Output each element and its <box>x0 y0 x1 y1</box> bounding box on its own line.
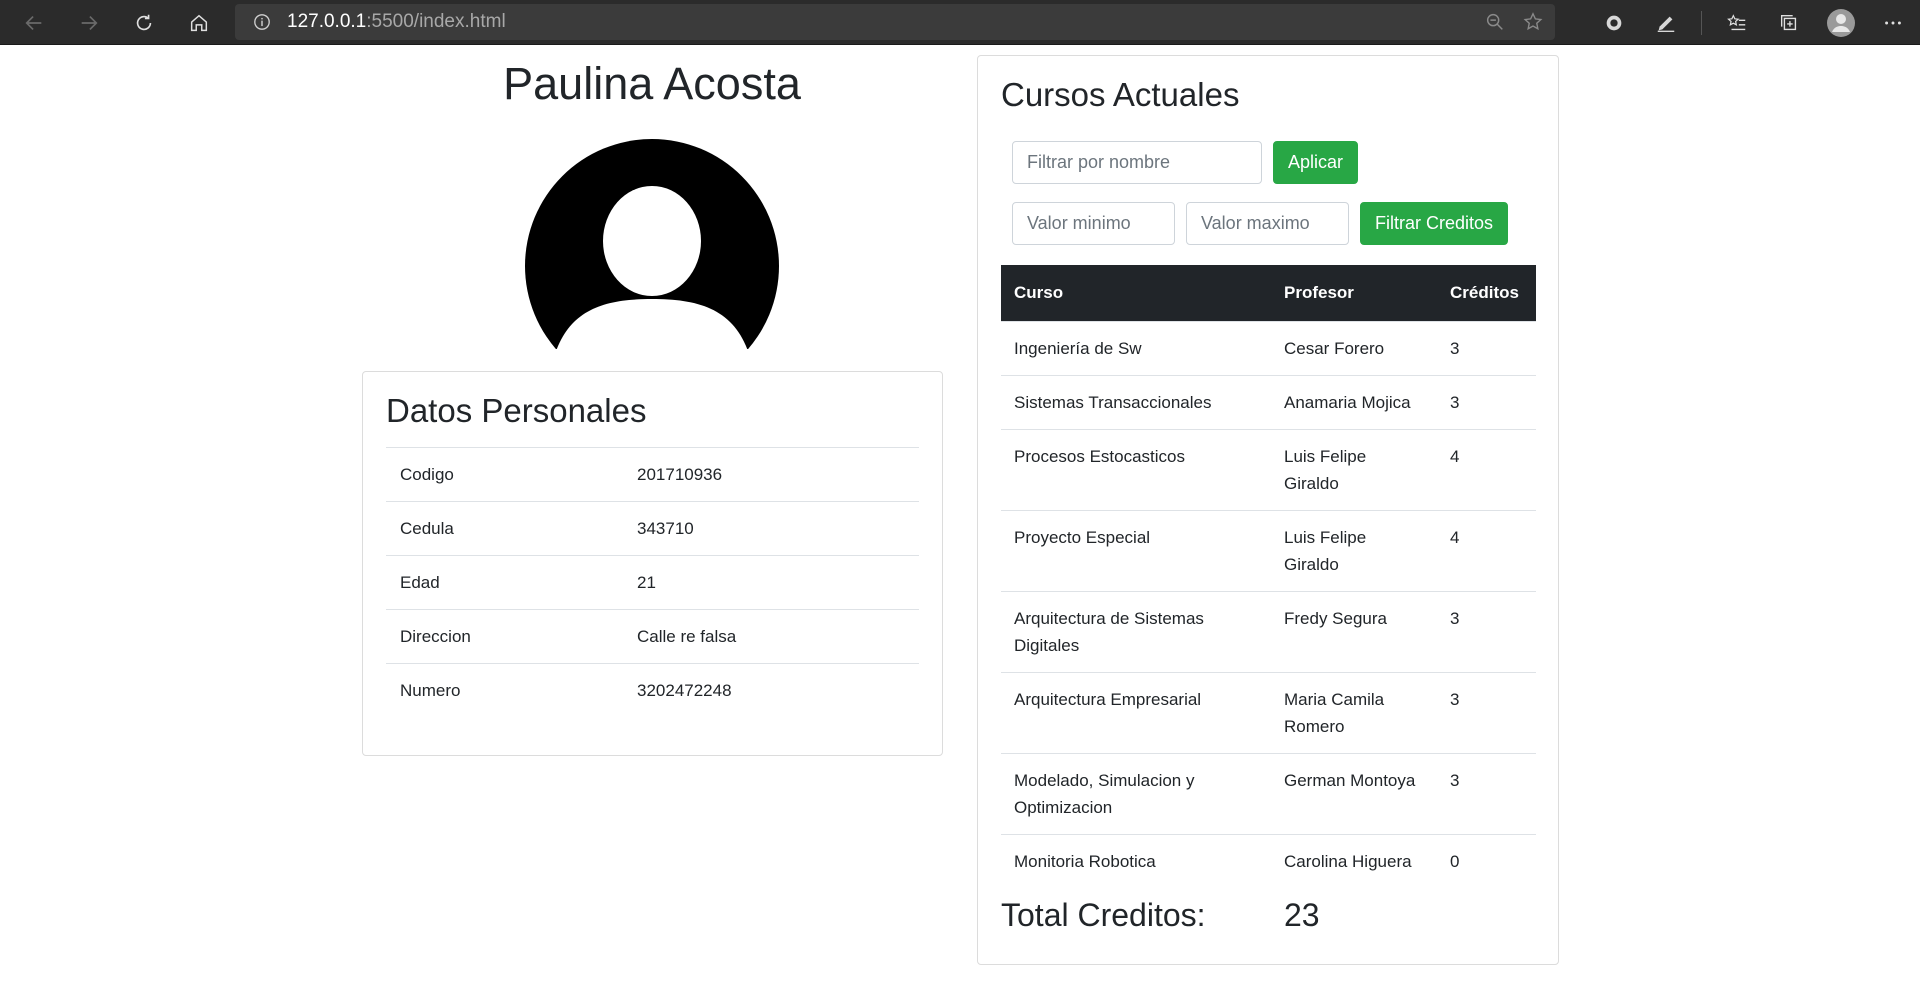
field-label: Numero <box>386 663 623 718</box>
toolbar-divider <box>1701 11 1702 35</box>
table-row: Proyecto Especial Luis Felipe Giraldo 4 <box>1001 509 1536 591</box>
course-name: Arquitectura Empresarial <box>1001 671 1271 753</box>
course-professor: German Montoya <box>1271 752 1437 834</box>
user-avatar-icon <box>525 139 779 349</box>
course-credits: 3 <box>1437 752 1536 834</box>
address-bar[interactable]: 127.0.0.1:5500/index.html <box>235 4 1555 40</box>
course-professor: Cesar Forero <box>1271 320 1437 375</box>
courses-card: Cursos Actuales Filtrar por nombre Aplic… <box>977 55 1559 965</box>
table-header-row: Curso Profesor Créditos <box>1001 265 1536 321</box>
zoom-icon[interactable] <box>1483 10 1507 34</box>
course-name: Monitoria Robotica <box>1001 833 1271 888</box>
personal-data-card: Datos Personales Codigo 201710936 Cedula… <box>362 371 943 756</box>
field-value: 3202472248 <box>623 663 919 718</box>
courses-table: Curso Profesor Créditos Ingeniería de Sw… <box>1001 265 1536 888</box>
filter-credits-button[interactable]: Filtrar Creditos <box>1360 202 1509 245</box>
forward-button[interactable] <box>72 6 106 40</box>
table-row: Edad 21 <box>386 555 919 610</box>
total-credits-label: Total Creditos: <box>1001 897 1206 933</box>
field-label: Cedula <box>386 501 623 556</box>
column-header-curso: Curso <box>1001 265 1271 321</box>
course-name: Sistemas Transaccionales <box>1001 374 1271 429</box>
course-credits: 3 <box>1437 590 1536 672</box>
course-credits: 4 <box>1437 509 1536 591</box>
table-row: Sistemas Transaccionales Anamaria Mojica… <box>1001 374 1536 429</box>
personal-data-table: Codigo 201710936 Cedula 343710 Edad 21 D… <box>386 447 919 718</box>
min-value-input[interactable]: Valor minimo <box>1012 202 1175 245</box>
course-professor: Anamaria Mojica <box>1271 374 1437 429</box>
field-label: Direccion <box>386 609 623 664</box>
column-header-creditos: Créditos <box>1437 265 1536 321</box>
url-path: :5500/index.html <box>366 11 506 32</box>
collections-icon[interactable] <box>1772 6 1806 40</box>
total-credits-value: 23 <box>1284 897 1320 933</box>
personal-data-title: Datos Personales <box>386 392 647 429</box>
favorites-list-icon[interactable] <box>1720 6 1754 40</box>
back-arrow-icon <box>25 15 42 31</box>
course-name: Arquitectura de Sistemas Digitales <box>1001 590 1271 672</box>
refresh-icon <box>136 14 152 31</box>
table-row: Codigo 201710936 <box>386 447 919 502</box>
field-value: Calle re falsa <box>623 609 919 664</box>
home-icon <box>190 14 208 32</box>
course-professor: Maria Camila Romero <box>1271 671 1437 753</box>
course-credits: 3 <box>1437 671 1536 753</box>
course-credits: 3 <box>1437 320 1536 375</box>
favorite-star-icon[interactable] <box>1521 10 1545 34</box>
max-value-input[interactable]: Valor maximo <box>1186 202 1349 245</box>
course-name: Proyecto Especial <box>1001 509 1271 591</box>
table-row: Procesos Estocasticos Luis Felipe Girald… <box>1001 428 1536 510</box>
home-button[interactable] <box>182 6 216 40</box>
course-professor: Luis Felipe Giraldo <box>1271 428 1437 510</box>
table-row: Modelado, Simulacion y Optimizacion Germ… <box>1001 752 1536 834</box>
field-value: 21 <box>623 555 919 610</box>
extension-icon[interactable] <box>1597 6 1631 40</box>
name-filter-row: Filtrar por nombre Aplicar <box>1012 141 1359 184</box>
table-row: Arquitectura de Sistemas Digitales Fredy… <box>1001 590 1536 672</box>
back-button[interactable] <box>17 6 51 40</box>
table-row: Ingeniería de Sw Cesar Forero 3 <box>1001 320 1536 375</box>
url-text[interactable]: 127.0.0.1:5500/index.html <box>287 11 506 33</box>
table-row: Monitoria Robotica Carolina Higuera 0 <box>1001 833 1536 888</box>
course-name: Procesos Estocasticos <box>1001 428 1271 510</box>
student-name-heading: Paulina Acosta <box>503 58 801 109</box>
course-professor: Luis Felipe Giraldo <box>1271 509 1437 591</box>
profile-avatar-icon[interactable] <box>1824 6 1858 40</box>
course-credits: 4 <box>1437 428 1536 510</box>
page-content: Paulina Acosta Datos Personales Codigo 2… <box>0 46 1920 987</box>
field-value: 343710 <box>623 501 919 556</box>
credits-filter-row: Valor minimo Valor maximo Filtrar Credit… <box>1012 202 1509 245</box>
pen-icon[interactable] <box>1649 6 1683 40</box>
table-row: Cedula 343710 <box>386 501 919 556</box>
apply-button[interactable]: Aplicar <box>1273 141 1359 184</box>
more-menu-icon[interactable] <box>1876 6 1910 40</box>
course-name: Ingeniería de Sw <box>1001 320 1271 375</box>
column-header-profesor: Profesor <box>1271 265 1437 321</box>
table-row: Direccion Calle re falsa <box>386 609 919 664</box>
course-professor: Fredy Segura <box>1271 590 1437 672</box>
field-value: 201710936 <box>623 447 919 502</box>
name-filter-input[interactable]: Filtrar por nombre <box>1012 141 1262 184</box>
field-label: Edad <box>386 555 623 610</box>
total-credits: Total Creditos: 23 <box>1001 897 1536 934</box>
course-credits: 3 <box>1437 374 1536 429</box>
table-row: Arquitectura Empresarial Maria Camila Ro… <box>1001 671 1536 753</box>
browser-toolbar: 127.0.0.1:5500/index.html <box>0 0 1920 45</box>
url-host: 127.0.0.1 <box>287 11 367 32</box>
course-name: Modelado, Simulacion y Optimizacion <box>1001 752 1271 834</box>
table-row: Numero 3202472248 <box>386 663 919 718</box>
refresh-button[interactable] <box>127 6 161 40</box>
course-professor: Carolina Higuera <box>1271 833 1437 888</box>
course-credits: 0 <box>1437 833 1536 888</box>
forward-arrow-icon <box>81 15 98 31</box>
site-info-icon[interactable] <box>253 13 271 31</box>
courses-title: Cursos Actuales <box>1001 76 1240 113</box>
field-label: Codigo <box>386 447 623 502</box>
